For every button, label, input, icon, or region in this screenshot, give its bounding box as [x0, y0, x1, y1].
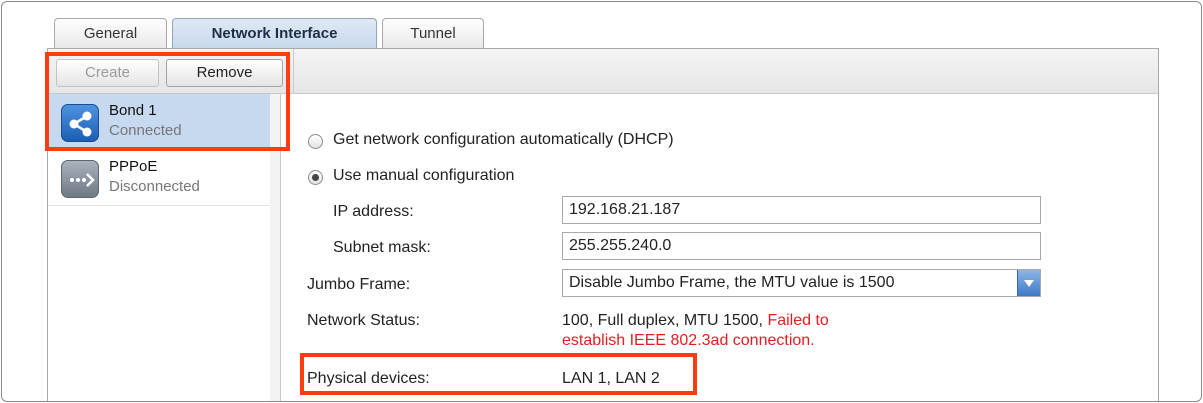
chevron-down-icon[interactable] — [1017, 270, 1040, 296]
interface-title: Bond 1 — [109, 102, 157, 119]
physical-devices-label: Physical devices: — [307, 370, 430, 387]
tab-tunnel[interactable]: Tunnel — [382, 18, 484, 48]
interface-item-pppoe[interactable]: PPPoE Disconnected — [48, 150, 270, 206]
ip-address-label: IP address: — [333, 203, 414, 220]
interface-list: Bond 1 Connected PPPoE Disconnected — [48, 94, 271, 401]
jumbo-frame-label: Jumbo Frame: — [307, 276, 411, 293]
jumbo-frame-select[interactable]: Disable Jumbo Frame, the MTU value is 15… — [562, 269, 1041, 297]
dhcp-radio[interactable] — [308, 134, 323, 149]
share-icon — [61, 104, 99, 142]
interface-settings: Get network configuration automatically … — [281, 94, 1158, 401]
network-status-label: Network Status: — [307, 312, 420, 329]
create-button[interactable]: Create — [56, 59, 159, 87]
jumbo-frame-value: Disable Jumbo Frame, the MTU value is 15… — [569, 274, 895, 291]
window-frame: General Network Interface Tunnel Create … — [1, 1, 1202, 402]
network-interface-panel: Create Remove Bond 1 Connected PPPoE Dis… — [47, 48, 1159, 401]
toolbar-divider — [293, 49, 294, 93]
network-status-error: Failed to — [767, 312, 829, 329]
interface-title: PPPoE — [109, 158, 158, 175]
tab-general[interactable]: General — [54, 18, 167, 48]
physical-devices-value: LAN 1, LAN 2 — [562, 370, 660, 387]
manual-config-label: Use manual configuration — [333, 167, 515, 184]
interface-status: Connected — [109, 122, 182, 139]
interface-status: Disconnected — [109, 178, 200, 195]
sidebar-scrollbar[interactable] — [270, 94, 281, 401]
subnet-mask-label: Subnet mask: — [333, 239, 431, 256]
subnet-mask-field[interactable]: 255.255.240.0 — [562, 232, 1041, 260]
network-status-error-line: establish IEEE 802.3ad connection. — [562, 332, 815, 349]
manual-config-radio[interactable] — [308, 170, 323, 185]
network-status-value: 100, Full duplex, MTU 1500, Failed to — [562, 312, 829, 330]
network-status-text: 100, Full duplex, MTU 1500, — [562, 312, 763, 329]
remove-button[interactable]: Remove — [166, 59, 283, 87]
ip-address-field[interactable]: 192.168.21.187 — [562, 196, 1041, 224]
pppoe-icon — [61, 160, 99, 198]
tab-network-interface[interactable]: Network Interface — [172, 18, 377, 49]
toolbar: Create Remove — [48, 49, 1158, 94]
dhcp-label: Get network configuration automatically … — [333, 131, 674, 148]
interface-item-bond1[interactable]: Bond 1 Connected — [48, 94, 270, 150]
